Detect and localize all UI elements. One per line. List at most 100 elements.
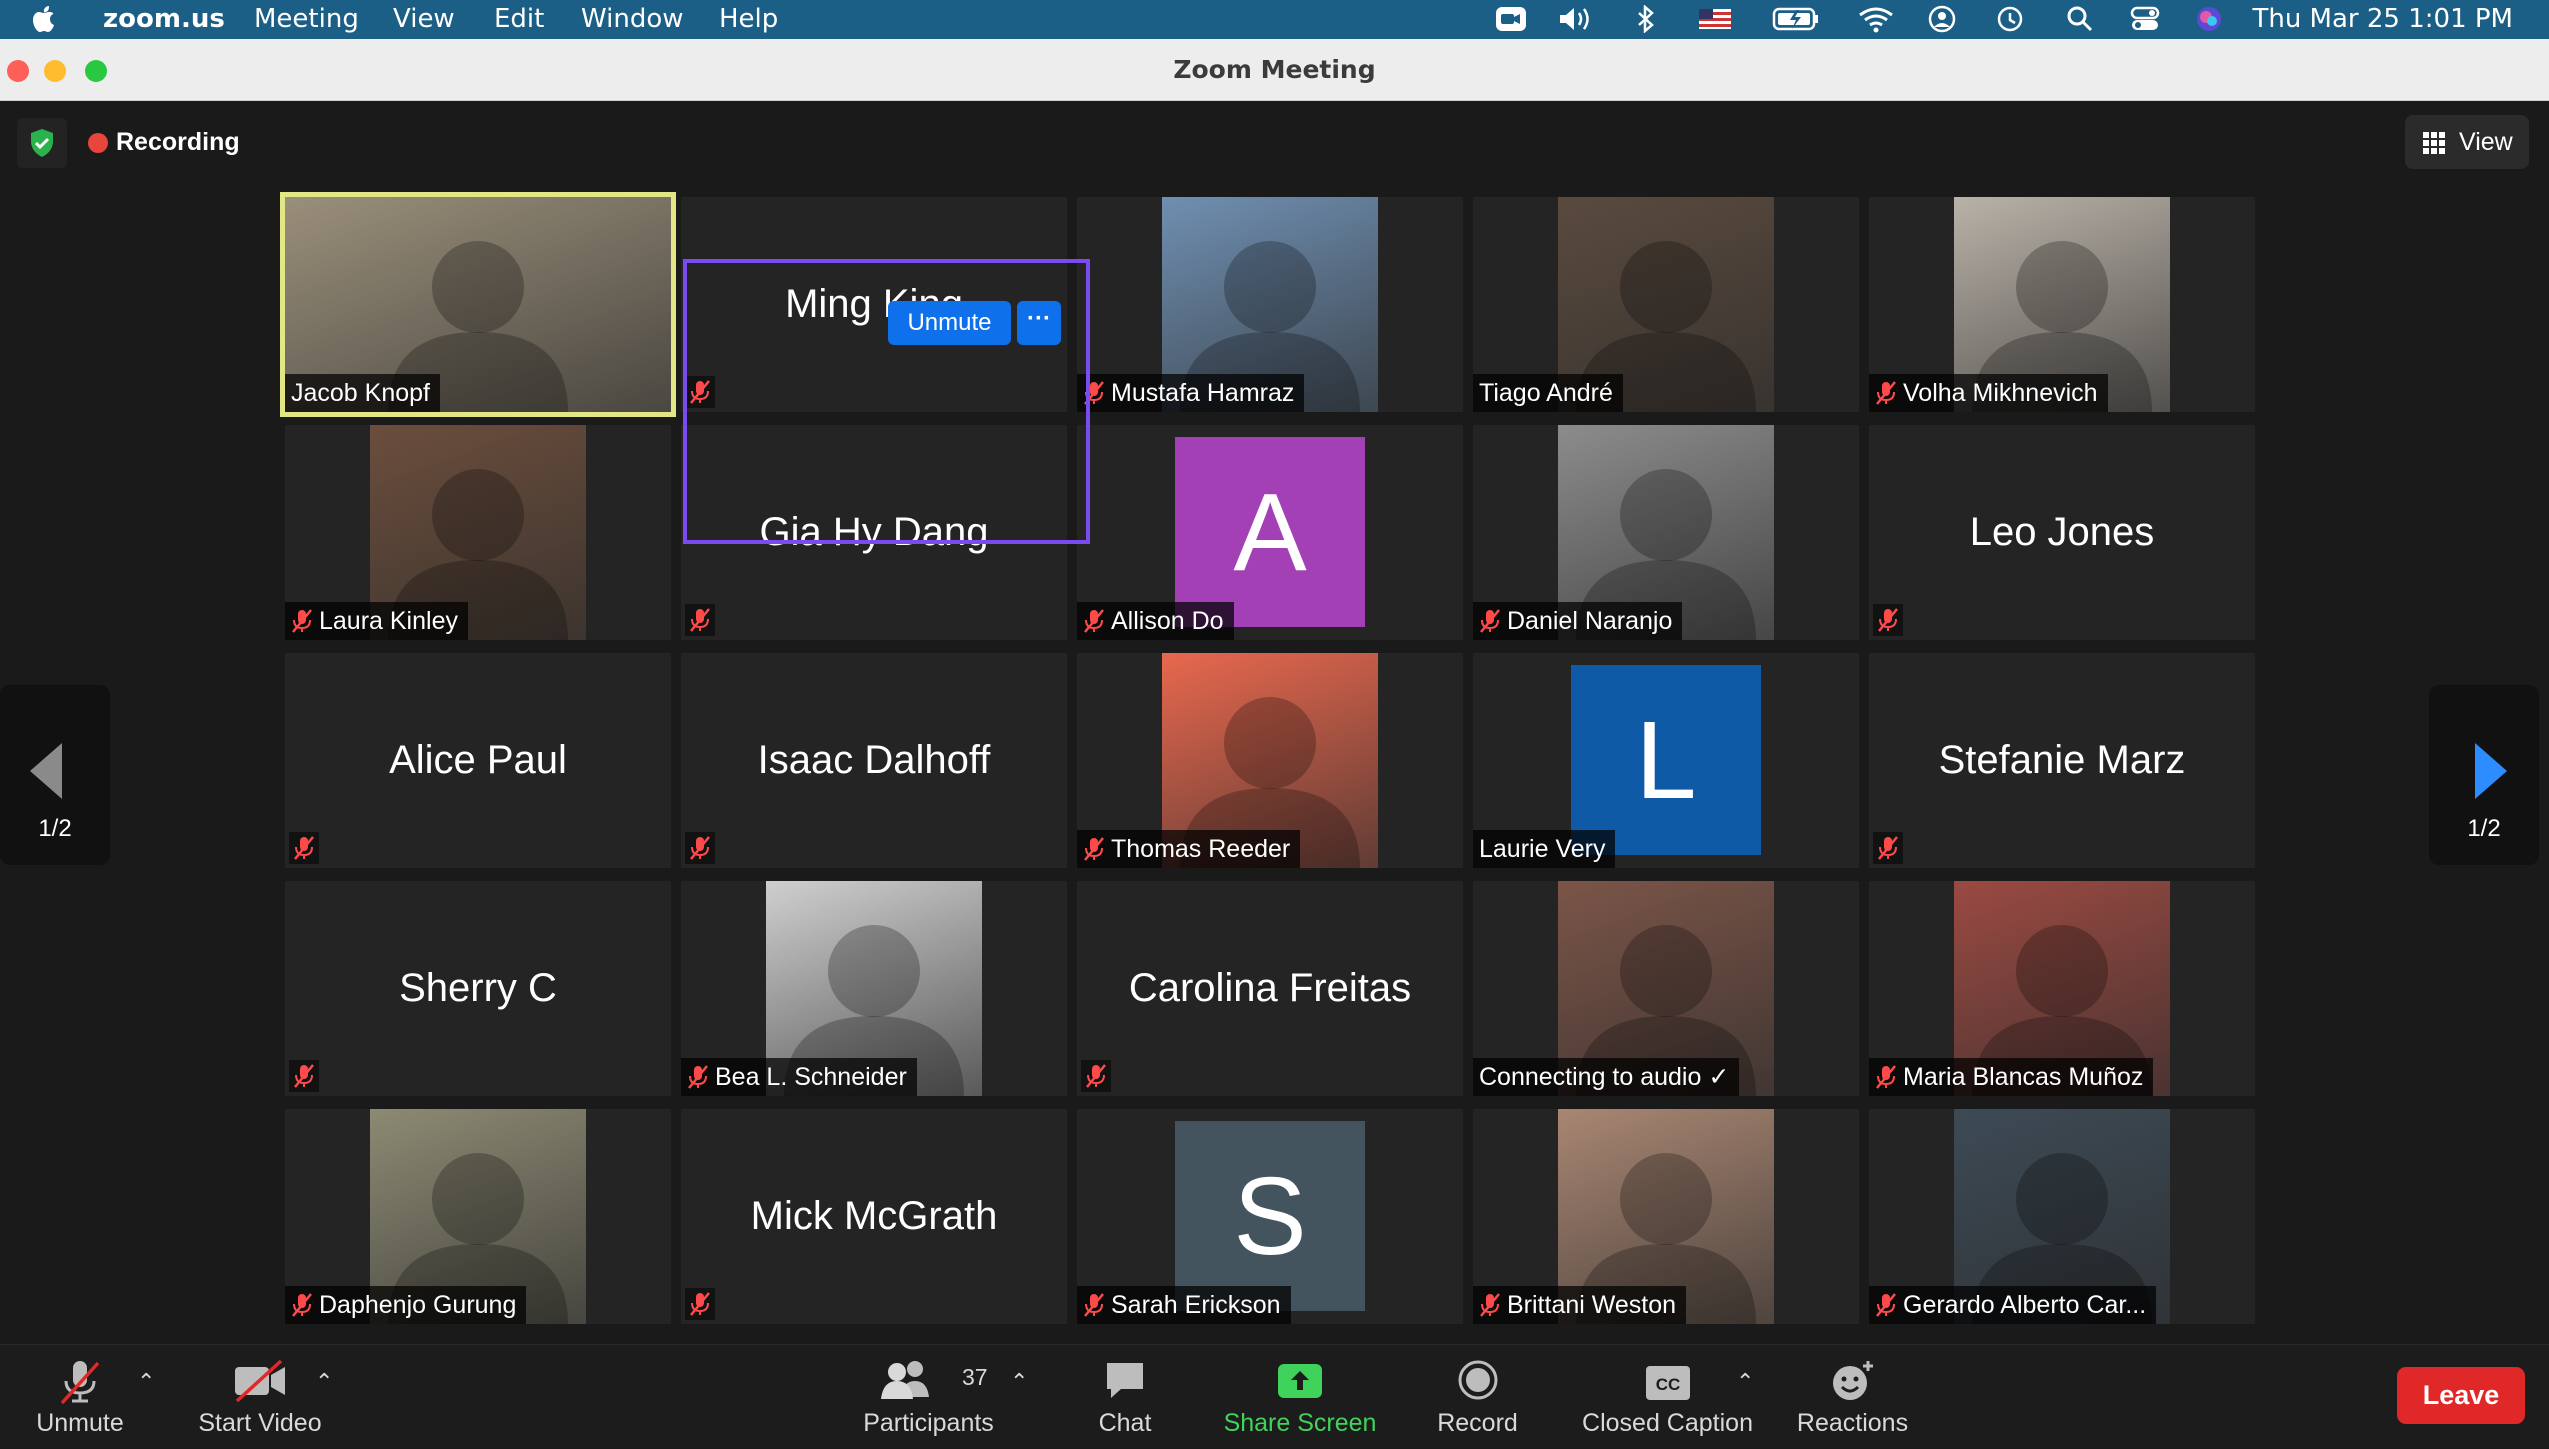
chat-label: Chat xyxy=(1098,1409,1152,1437)
security-shield[interactable] xyxy=(17,118,67,168)
participant-tile[interactable]: Gerardo Alberto Car... xyxy=(1869,1109,2255,1324)
video-options-caret-icon[interactable]: ⌃ xyxy=(315,1369,333,1395)
participants-options-caret-icon[interactable]: ⌃ xyxy=(1010,1369,1028,1395)
participant-tile[interactable]: Leo Jones xyxy=(1869,425,2255,640)
previous-page-button[interactable]: 1/2 xyxy=(0,685,110,865)
participant-tile[interactable]: Connecting to audio ✓ xyxy=(1473,881,1859,1096)
audio-options-caret-icon[interactable]: ⌃ xyxy=(137,1369,155,1395)
participants-count: 37 xyxy=(962,1364,988,1390)
participant-tile[interactable]: Maria Blancas Muñoz xyxy=(1869,881,2255,1096)
grid-view-icon xyxy=(2423,132,2445,154)
muted-mic-icon xyxy=(1083,1291,1105,1317)
record-label: Record xyxy=(1437,1409,1518,1437)
participant-tile[interactable]: Mick McGrath xyxy=(681,1109,1067,1324)
participant-tile[interactable]: Volha Mikhnevich xyxy=(1869,197,2255,412)
participant-tile[interactable]: A Allison Do xyxy=(1077,425,1463,640)
video-off-icon xyxy=(235,1359,285,1403)
muted-mic-icon xyxy=(1083,607,1105,633)
participant-tile[interactable]: Isaac Dalhoff xyxy=(681,653,1067,868)
participant-display-name: Stefanie Marz xyxy=(1938,738,2186,782)
participant-tile[interactable]: Daphenjo Gurung xyxy=(285,1109,671,1324)
participant-tile[interactable]: Tiago André xyxy=(1473,197,1859,412)
control-center-icon[interactable] xyxy=(2130,5,2160,33)
unmute-label: Unmute xyxy=(36,1409,124,1437)
participant-avatar: L xyxy=(1571,665,1761,855)
participant-tile[interactable]: Daniel Naranjo xyxy=(1473,425,1859,640)
window-title: Zoom Meeting xyxy=(1173,55,1376,84)
flag-icon[interactable] xyxy=(1698,5,1732,33)
participant-tile[interactable]: Sherry C xyxy=(285,881,671,1096)
menu-meeting[interactable]: Meeting xyxy=(254,4,359,34)
participant-name-label: Jacob Knopf xyxy=(285,374,440,412)
participant-name: Laurie Very xyxy=(1479,835,1606,863)
recording-dot-icon xyxy=(88,133,108,153)
participant-more-button[interactable]: ··· xyxy=(1017,301,1061,345)
participant-tile[interactable]: Stefanie Marz xyxy=(1869,653,2255,868)
participant-name: Bea L. Schneider xyxy=(715,1063,907,1091)
zoom-status-icon[interactable] xyxy=(1495,5,1527,33)
battery-icon[interactable] xyxy=(1772,5,1820,33)
participant-name: Daphenjo Gurung xyxy=(319,1291,517,1319)
siri-icon[interactable] xyxy=(2194,5,2224,33)
shield-icon xyxy=(31,129,53,157)
chat-button[interactable]: Chat xyxy=(1075,1345,1175,1449)
participant-tile[interactable]: S Sarah Erickson xyxy=(1077,1109,1463,1324)
user-account-icon[interactable] xyxy=(1927,5,1957,33)
participant-tile[interactable]: Bea L. Schneider xyxy=(681,881,1067,1096)
recording-indicator[interactable]: Recording xyxy=(88,127,240,157)
muted-mic-icon xyxy=(289,832,319,864)
participant-name-label: Allison Do xyxy=(1077,602,1234,640)
arrow-left-icon xyxy=(30,743,62,799)
participant-tile[interactable]: Mustafa Hamraz xyxy=(1077,197,1463,412)
meeting-stage: Recording View 1/2 1/2 Jacob Knopf Ming K… xyxy=(0,101,2549,1344)
search-icon[interactable] xyxy=(2066,5,2094,33)
menu-view[interactable]: View xyxy=(393,4,455,34)
participant-tile[interactable]: Alice Paul xyxy=(285,653,671,868)
caption-options-caret-icon[interactable]: ⌃ xyxy=(1736,1369,1754,1395)
muted-mic-icon xyxy=(1083,835,1105,861)
record-button[interactable]: Record xyxy=(1420,1345,1535,1449)
menu-clock[interactable]: Thu Mar 25 1:01 PM xyxy=(2252,4,2513,34)
ask-unmute-button[interactable]: Unmute xyxy=(888,301,1011,345)
participant-tile[interactable]: Brittani Weston xyxy=(1473,1109,1859,1324)
menu-help[interactable]: Help xyxy=(719,4,778,34)
menu-app[interactable]: zoom.us xyxy=(103,4,225,34)
closed-caption-button[interactable]: CC Closed Caption xyxy=(1575,1345,1760,1449)
page-indicator-right: 1/2 xyxy=(2467,815,2501,842)
muted-mic-icon xyxy=(1875,1291,1897,1317)
next-page-button[interactable]: 1/2 xyxy=(2429,685,2539,865)
participant-name: Laura Kinley xyxy=(319,607,458,635)
time-machine-icon[interactable] xyxy=(1995,5,2025,33)
reactions-button[interactable]: Reactions xyxy=(1790,1345,1915,1449)
participant-tile[interactable]: Thomas Reeder xyxy=(1077,653,1463,868)
volume-icon[interactable] xyxy=(1558,5,1596,33)
participant-name-label: Mustafa Hamraz xyxy=(1077,374,1305,412)
participant-name-label: Laurie Very xyxy=(1473,830,1616,868)
record-icon xyxy=(1458,1360,1497,1400)
participant-name: Tiago André xyxy=(1479,379,1613,407)
participant-tile[interactable]: Jacob Knopf xyxy=(280,192,676,417)
participant-tile[interactable]: Laura Kinley xyxy=(285,425,671,640)
bluetooth-icon[interactable] xyxy=(1636,5,1656,33)
menu-window[interactable]: Window xyxy=(581,4,684,34)
start-video-button[interactable]: Start Video xyxy=(185,1345,335,1449)
participant-name-label: Bea L. Schneider xyxy=(681,1058,917,1096)
muted-mic-icon xyxy=(1081,1060,1111,1092)
share-screen-button[interactable]: Share Screen xyxy=(1215,1345,1385,1449)
wifi-icon[interactable] xyxy=(1858,5,1894,33)
participant-tile[interactable]: Carolina Freitas xyxy=(1077,881,1463,1096)
participant-name-label: Connecting to audio ✓ xyxy=(1473,1058,1740,1096)
participants-button[interactable]: Participants xyxy=(851,1345,1006,1449)
leave-button[interactable]: Leave xyxy=(2397,1367,2525,1424)
participant-name-label: Brittani Weston xyxy=(1473,1286,1687,1324)
reactions-label: Reactions xyxy=(1796,1409,1909,1437)
participant-tile[interactable]: L Laurie Very xyxy=(1473,653,1859,868)
unmute-button[interactable]: Unmute xyxy=(20,1345,140,1449)
apple-icon[interactable] xyxy=(30,4,58,34)
menu-edit[interactable]: Edit xyxy=(494,4,544,34)
view-button[interactable]: View xyxy=(2405,115,2529,169)
svg-text:CC: CC xyxy=(1655,1375,1680,1394)
muted-mic-icon xyxy=(1873,604,1903,636)
participants-icon xyxy=(880,1361,929,1399)
mac-menu-bar: zoom.us Meeting View Edit Window Help Th… xyxy=(0,0,2549,39)
